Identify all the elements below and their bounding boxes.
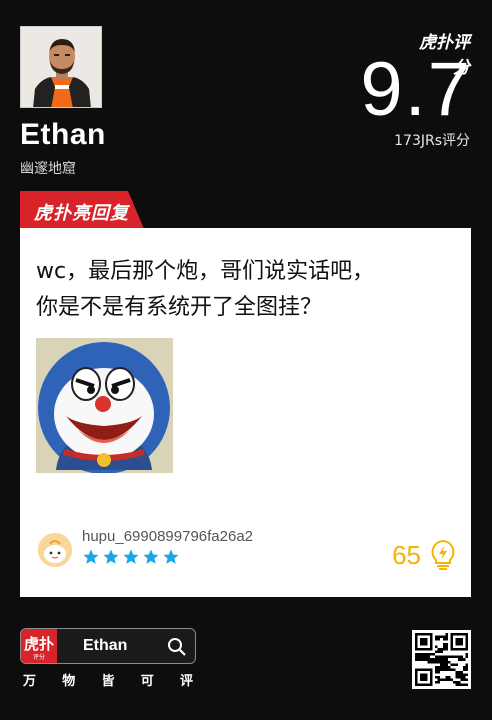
- slogan-char: 评: [179, 674, 193, 689]
- comment-card: wc，最后那个炮，哥们说实话吧， 你是不是有系统开了全图挂？ hupu_6990…: [20, 228, 471, 597]
- player-name: Ethan: [20, 118, 106, 151]
- brand-logo-icon: 虎扑 评分: [21, 629, 57, 663]
- like-count: 65: [392, 540, 421, 570]
- player-avatar: [20, 26, 102, 108]
- svg-text:虎扑: 虎扑: [24, 635, 54, 653]
- comment-image[interactable]: [36, 338, 173, 473]
- qr-code[interactable]: [412, 630, 471, 689]
- highlight-reply-tag: 虎扑亮回复: [20, 191, 144, 229]
- commenter-username[interactable]: hupu_6990899796fa26a2: [82, 528, 253, 545]
- commenter-avatar[interactable]: [38, 533, 72, 567]
- comment-line-1: wc，最后那个炮，哥们说实话吧，: [36, 259, 375, 284]
- highlight-reply-label: 虎扑亮回复: [34, 203, 129, 224]
- star-icon: [123, 549, 139, 564]
- slogan: 万 物 皆 可 评: [20, 670, 196, 689]
- brand-logo-subtext: 评分: [33, 653, 45, 661]
- rating-score: 9.7: [360, 47, 472, 132]
- comment-line-2: 你是不是有系统开了全图挂？: [36, 295, 323, 320]
- rating-count: 173JRs评分: [394, 133, 470, 149]
- comment-text: wc，最后那个炮，哥们说实话吧， 你是不是有系统开了全图挂？: [36, 254, 456, 326]
- doraemon-meme-image: [36, 338, 173, 473]
- star-icon: [103, 549, 119, 564]
- slogan-char: 可: [140, 674, 154, 689]
- slogan-char: 物: [62, 674, 76, 689]
- player-header: Ethan 幽邃地窟 虎扑评分 9.7 173JRs评分: [0, 0, 492, 190]
- commenter-avatar-icon: [38, 533, 72, 567]
- search-bar[interactable]: 虎扑 评分 Ethan: [20, 628, 196, 664]
- search-icon[interactable]: [167, 637, 187, 657]
- slogan-char: 皆: [101, 674, 115, 689]
- star-rating: [82, 548, 180, 566]
- star-icon: [163, 549, 179, 564]
- lightbulb-icon[interactable]: [429, 539, 457, 571]
- search-query[interactable]: Ethan: [83, 637, 127, 655]
- slogan-char: 万: [23, 674, 37, 689]
- player-photo: [21, 27, 101, 107]
- star-icon: [143, 549, 159, 564]
- star-icon: [83, 549, 99, 564]
- player-team: 幽邃地窟: [20, 161, 76, 177]
